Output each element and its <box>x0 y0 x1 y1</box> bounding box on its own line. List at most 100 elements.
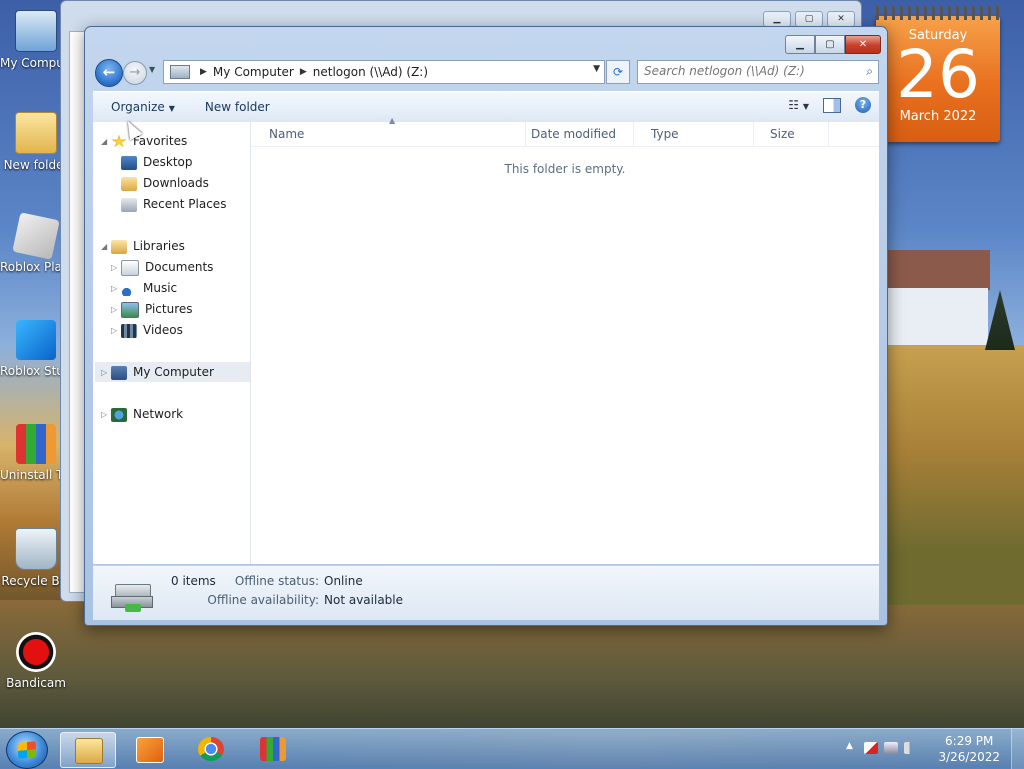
downloads-icon <box>121 176 137 191</box>
libraries-icon <box>111 239 127 254</box>
address-dropdown[interactable]: ▼ <box>593 64 600 74</box>
collapsed-arrow-icon[interactable]: ▷ <box>111 279 121 299</box>
nav-favorites[interactable]: ◢ Favorites <box>101 131 187 151</box>
show-desktop-button[interactable] <box>1011 729 1024 769</box>
maximize-icon[interactable]: ▢ <box>795 11 823 27</box>
taskbar-uninstall-tool[interactable] <box>246 732 300 766</box>
close-button[interactable]: ✕ <box>845 35 881 54</box>
collapsed-arrow-icon[interactable]: ▷ <box>101 363 111 383</box>
organize-label: Organize <box>111 100 165 114</box>
search-input[interactable] <box>638 61 855 81</box>
taskbar-media-player[interactable] <box>122 732 176 766</box>
start-button[interactable] <box>6 731 48 769</box>
nav-my-computer[interactable]: ▷ My Computer <box>101 362 214 382</box>
maximize-button[interactable]: ▢ <box>815 35 845 54</box>
folder-icon <box>15 112 57 154</box>
search-box[interactable]: ⌕ <box>637 60 879 84</box>
chevron-down-icon: ▼ <box>802 102 809 111</box>
expanded-arrow-icon[interactable]: ◢ <box>101 132 111 152</box>
taskbar-chrome[interactable] <box>184 732 238 766</box>
forward-button[interactable]: → <box>123 61 147 85</box>
network-status-icon[interactable] <box>884 742 898 754</box>
breadcrumb-arrow-icon[interactable]: ▶ <box>200 67 207 77</box>
column-headers: ▲ Name Date modified Type Size <box>251 116 879 147</box>
calendar-month-year: March 2022 <box>899 109 977 124</box>
desktop-wallpaper-field <box>886 345 1024 605</box>
nav-videos[interactable]: ▷ Videos <box>111 320 183 340</box>
organize-button[interactable]: Organize ▼ <box>93 100 185 114</box>
volume-icon[interactable] <box>904 742 918 754</box>
nav-recent-places[interactable]: Recent Places <box>121 194 226 214</box>
breadcrumb-my-computer[interactable]: My Computer <box>213 65 294 79</box>
documents-icon <box>121 259 139 276</box>
collapsed-arrow-icon[interactable]: ▷ <box>111 300 121 320</box>
column-header-name[interactable]: Name <box>251 122 526 146</box>
help-button[interactable]: ? <box>855 97 871 113</box>
collapsed-arrow-icon[interactable]: ▷ <box>111 321 121 341</box>
breadcrumb-arrow-icon[interactable]: ▶ <box>300 67 307 77</box>
videos-film-icon <box>121 323 137 338</box>
nav-label: Desktop <box>143 155 193 169</box>
show-hidden-icons-icon[interactable]: ▲ <box>846 741 853 751</box>
clock-time: 6:29 PM <box>945 734 994 748</box>
taskbar-explorer[interactable] <box>60 732 116 768</box>
file-list[interactable]: ▲ Name Date modified Type Size This fold… <box>251 116 879 564</box>
nav-label: Pictures <box>145 302 193 316</box>
nav-desktop[interactable]: Desktop <box>121 152 193 172</box>
column-header-size[interactable]: Size <box>752 122 829 146</box>
refresh-button[interactable]: ⟳ <box>606 60 630 84</box>
address-bar[interactable]: ▶ My Computer ▶ netlogon (\\Ad) (Z:) ▼ <box>163 60 605 84</box>
action-center-icon[interactable] <box>864 742 878 754</box>
expanded-arrow-icon[interactable]: ◢ <box>101 237 111 257</box>
nav-label: Network <box>133 407 184 421</box>
nav-libraries[interactable]: ◢ Libraries <box>101 236 185 256</box>
back-button[interactable]: ← <box>95 59 123 87</box>
minimize-icon[interactable]: ▁ <box>763 11 791 27</box>
nav-label: My Computer <box>133 365 214 379</box>
close-icon[interactable]: ✕ <box>827 11 855 27</box>
system-tray: ▲ 6:29 PM 3/26/2022 <box>834 729 1024 769</box>
nav-label: Recent Places <box>143 197 227 211</box>
calendar-gadget[interactable]: Saturday 26 March 2022 <box>876 6 1000 142</box>
recycle-bin-icon <box>15 528 57 570</box>
nav-music[interactable]: ▷ Music <box>111 278 177 298</box>
network-icon <box>111 407 127 422</box>
chevron-down-icon: ▼ <box>168 104 175 113</box>
chevron-down-icon: ▼ <box>149 65 156 74</box>
calendar-day-number: 26 <box>896 36 980 113</box>
nav-network[interactable]: ▷ Network <box>101 404 183 424</box>
bandicam-icon <box>16 632 56 672</box>
refresh-icon: ⟳ <box>612 65 624 79</box>
column-header-type[interactable]: Type <box>633 122 754 146</box>
roblox-player-icon <box>12 212 60 260</box>
offline-status-label: Offline status: <box>234 574 319 588</box>
minimize-icon: ▁ <box>796 39 804 50</box>
navigation-pane[interactable]: ◢ Favorites Desktop Downloads Recent Plac… <box>93 122 251 564</box>
explorer-window[interactable]: ▁ ▢ ✕ ← → ▼ ▶ My Computer ▶ netlogon (\\… <box>84 26 888 626</box>
forward-arrow-icon: → <box>129 65 141 80</box>
preview-pane-button[interactable] <box>823 97 841 113</box>
search-icon[interactable]: ⌕ <box>866 64 873 79</box>
close-icon: ✕ <box>858 39 868 50</box>
offline-status-value: Online <box>324 574 363 588</box>
desktop-wallpaper-house-roof <box>886 250 990 290</box>
minimize-button[interactable]: ▁ <box>785 35 815 54</box>
nav-documents[interactable]: ▷ Documents <box>111 257 213 277</box>
back-arrow-icon: ← <box>102 63 116 81</box>
taskbar-clock[interactable]: 6:29 PM 3/26/2022 <box>938 733 1000 765</box>
nav-pictures[interactable]: ▷ Pictures <box>111 299 193 319</box>
collapsed-arrow-icon[interactable]: ▷ <box>111 258 121 278</box>
nav-downloads[interactable]: Downloads <box>121 173 209 193</box>
breadcrumb-netlogon[interactable]: netlogon (\\Ad) (Z:) <box>313 65 428 79</box>
pictures-icon <box>121 301 139 318</box>
desktop-icon <box>121 155 137 170</box>
navigation-bar: ← → ▼ ▶ My Computer ▶ netlogon (\\Ad) (Z… <box>93 57 879 87</box>
desktop-icon-bandicam[interactable]: Bandicam <box>0 632 72 690</box>
column-header-date-modified[interactable]: Date modified <box>513 122 634 146</box>
new-folder-button[interactable]: New folder <box>185 100 280 114</box>
collapsed-arrow-icon[interactable]: ▷ <box>101 405 111 425</box>
recent-pages-dropdown[interactable]: ▼ <box>149 65 155 74</box>
nav-label: Music <box>143 281 178 295</box>
change-view-button[interactable]: ☷ ▼ <box>788 98 809 112</box>
view-list-icon: ☷ <box>788 98 800 112</box>
